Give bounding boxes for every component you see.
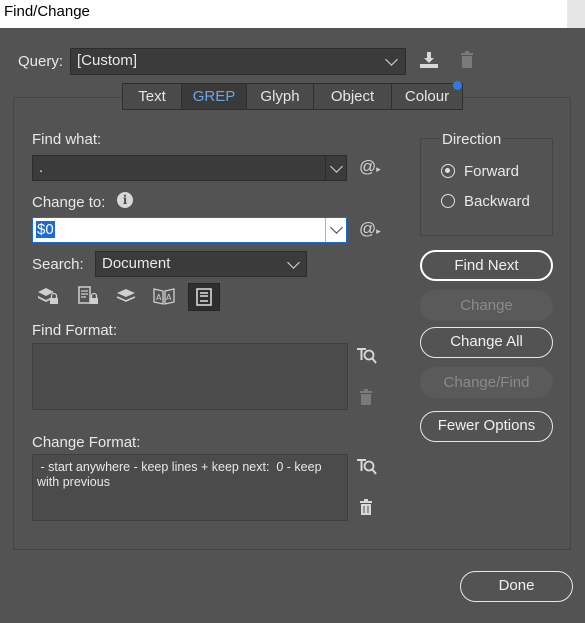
svg-text:A: A <box>156 293 162 302</box>
specify-find-format-icon[interactable] <box>356 346 378 371</box>
dropdown-separator <box>325 218 326 242</box>
find-what-value: . <box>39 159 44 176</box>
change-find-button[interactable]: Change/Find <box>420 367 553 398</box>
window-title-bar: Find/Change <box>0 0 585 28</box>
query-dropdown[interactable]: [Custom] <box>70 48 406 75</box>
find-what-label: Find what: <box>32 131 102 148</box>
svg-text:A: A <box>166 293 172 302</box>
specify-change-format-icon[interactable] <box>356 457 378 482</box>
search-dropdown[interactable]: Document <box>95 251 307 277</box>
done-button[interactable]: Done <box>460 571 573 602</box>
delete-query-icon[interactable] <box>459 51 475 69</box>
find-format-label: Find Format: <box>32 322 118 339</box>
direction-label: Direction <box>440 131 504 148</box>
tab-colour[interactable]: Colour <box>392 84 462 109</box>
include-locked-stories-icon[interactable] <box>76 285 100 307</box>
forward-label: Forward <box>464 163 520 180</box>
notification-dot <box>453 81 462 90</box>
search-value: Document <box>102 255 171 272</box>
backward-radio[interactable] <box>441 194 455 208</box>
window-title: Find/Change <box>4 3 90 20</box>
find-format-box[interactable] <box>32 343 348 410</box>
info-icon[interactable]: i <box>117 192 133 208</box>
chevron-down-icon <box>385 53 398 66</box>
special-characters-icon[interactable]: @▸ <box>359 158 381 178</box>
dropdown-separator <box>325 156 326 180</box>
chevron-down-icon <box>330 221 343 234</box>
include-footnotes-icon[interactable] <box>188 283 220 311</box>
forward-radio[interactable] <box>441 164 455 178</box>
include-master-pages-icon[interactable]: AA <box>152 285 176 307</box>
include-locked-layers-icon[interactable] <box>36 285 60 307</box>
tab-grep[interactable]: GREP <box>182 84 247 109</box>
change-to-label: Change to: <box>32 194 106 211</box>
fewer-options-button[interactable]: Fewer Options <box>420 411 553 442</box>
search-label: Search: <box>32 256 84 273</box>
chevron-down-icon <box>287 256 300 269</box>
backward-label: Backward <box>464 193 530 210</box>
change-format-box[interactable]: - start anywhere - keep lines + keep nex… <box>32 454 348 521</box>
direction-group <box>420 138 553 236</box>
clear-find-format-icon[interactable] <box>359 389 373 410</box>
find-what-input[interactable]: . <box>32 155 347 181</box>
find-next-button[interactable]: Find Next <box>420 250 553 281</box>
change-button[interactable]: Change <box>420 290 553 321</box>
change-to-value: $0 <box>36 221 55 238</box>
chevron-down-icon <box>330 160 343 173</box>
clear-change-format-icon[interactable] <box>359 499 373 520</box>
special-characters-icon[interactable]: @▸ <box>359 220 381 240</box>
save-query-icon[interactable] <box>418 50 440 70</box>
change-all-button[interactable]: Change All <box>420 327 553 358</box>
tab-text[interactable]: Text <box>123 84 182 109</box>
title-bar-control[interactable] <box>567 0 585 28</box>
query-value: [Custom] <box>77 52 138 69</box>
include-hidden-layers-icon[interactable] <box>114 285 138 307</box>
tab-object[interactable]: Object <box>314 84 392 109</box>
change-to-input[interactable]: $0 <box>32 217 347 243</box>
tab-bar: Text GREP Glyph Object Colour <box>122 83 463 110</box>
change-format-label: Change Format: <box>32 434 141 451</box>
tab-glyph[interactable]: Glyph <box>247 84 314 109</box>
query-label: Query: <box>18 53 64 70</box>
